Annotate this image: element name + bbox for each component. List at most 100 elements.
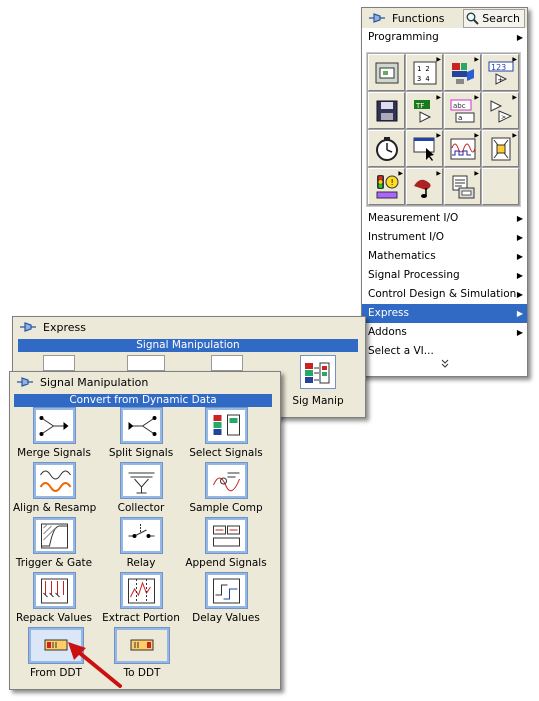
tile-label: Align & Resamp	[13, 502, 97, 514]
submenu-arrow-icon: ▶	[516, 290, 523, 299]
dialog-icon[interactable]: ▶	[406, 130, 443, 167]
pin-icon[interactable]	[368, 12, 386, 24]
search-label: Search	[482, 12, 520, 25]
svg-text:123: 123	[491, 63, 506, 72]
tile-label: Extract Portion	[102, 612, 180, 624]
category-label: Instrument I/O	[368, 231, 445, 243]
palette-tile[interactable]: Relay	[100, 517, 182, 569]
svg-text:TF: TF	[415, 102, 424, 110]
align-resamp-icon	[32, 462, 76, 499]
cluster-icon[interactable]: ▶	[444, 54, 481, 91]
search-button[interactable]: Search	[463, 9, 525, 28]
search-icon	[466, 12, 479, 25]
application-control-icon[interactable]: ▶	[482, 130, 519, 167]
palette-tile[interactable]: Merge Signals	[13, 407, 95, 459]
category-item[interactable]: Measurement I/O ▶	[362, 209, 527, 228]
report-generation-icon[interactable]: ▶	[444, 168, 481, 205]
split-signals-icon	[119, 407, 163, 444]
select-signals-icon	[204, 407, 248, 444]
tile-label: Collector	[117, 502, 165, 514]
pin-icon[interactable]	[16, 376, 34, 388]
palette-tile[interactable]: Trigger & Gate	[13, 517, 95, 569]
synchronization-icon[interactable]: ▶!	[368, 168, 405, 205]
submenu-arrow-icon: ▶	[516, 214, 523, 223]
express-partial-icon-1[interactable]	[43, 355, 75, 371]
category-item[interactable]: Signal Processing ▶	[362, 266, 527, 285]
category-item[interactable]: Instrument I/O ▶	[362, 228, 527, 247]
boolean-icon[interactable]: ▶ TF	[406, 92, 443, 129]
category-item[interactable]: Control Design & Simulation ▶	[362, 285, 527, 304]
numeric-icon[interactable]: ▶ 123 +	[482, 54, 519, 91]
submenu-arrow-icon: ▶	[516, 233, 523, 242]
array-icon[interactable]: ▶ 1 23 4	[406, 54, 443, 91]
palette-tile[interactable]: Repack Values	[13, 572, 95, 624]
palette-tile[interactable]: Sample Comp	[185, 462, 267, 514]
waveform-icon[interactable]: ▶	[444, 130, 481, 167]
tile-label: Merge Signals	[17, 447, 91, 459]
merge-signals-icon	[32, 407, 76, 444]
pin-icon[interactable]	[19, 321, 37, 333]
graphics-sound-icon[interactable]: ▶	[406, 168, 443, 205]
functions-title-bar[interactable]: Functions Search	[362, 8, 527, 28]
functions-palette: Functions Search Programming ▶ ▶ 1 23 4 ▶…	[361, 7, 528, 377]
category-label: Control Design & Simulation	[368, 288, 517, 300]
tile-label: Delay Values	[192, 612, 260, 624]
category-label: Signal Processing	[368, 269, 460, 281]
signal-manipulation-palette: Signal Manipulation Convert from Dynamic…	[9, 371, 281, 690]
tile-label: Split Signals	[108, 447, 174, 459]
submenu-arrow-icon: ▶	[516, 309, 523, 318]
append-signals-icon	[204, 517, 248, 554]
signal-manip-section-band: Convert from Dynamic Data	[14, 394, 272, 407]
express-title-bar[interactable]: Express	[13, 317, 365, 337]
collector-icon	[119, 462, 163, 499]
tile-label: Relay	[126, 557, 156, 569]
express-section-band: Signal Manipulation	[18, 339, 358, 352]
trigger-gate-icon	[32, 517, 76, 554]
programming-icon-grid: ▶ 1 23 4 ▶ ▶ 123 + ▶ TF ▶ abc a ▶ > ▶ ▶ ▶ ▶! ▶ …	[366, 52, 521, 207]
sig-manip-tile[interactable]: Sig Manip	[285, 355, 351, 407]
file-io-icon[interactable]	[368, 92, 405, 129]
palette-tile[interactable]: Collector	[100, 462, 182, 514]
svg-text:3 4: 3 4	[417, 75, 430, 83]
functions-title: Functions	[392, 11, 445, 25]
submenu-arrow-icon: ▶	[516, 33, 523, 42]
submenu-arrow-icon: ▶	[516, 328, 523, 337]
palette-tile[interactable]: Append Signals	[185, 517, 267, 569]
red-pointer-arrow-icon	[68, 642, 122, 688]
comparison-icon[interactable]: ▶ >	[482, 92, 519, 129]
string-icon[interactable]: ▶ abc a	[444, 92, 481, 129]
palette-tile[interactable]: Extract Portion	[100, 572, 182, 624]
category-item[interactable]: Mathematics ▶	[362, 247, 527, 266]
timing-icon[interactable]	[368, 130, 405, 167]
more-chevron-icon[interactable]	[362, 359, 527, 372]
sig-manip-label: Sig Manip	[292, 395, 344, 407]
delay-values-icon	[204, 572, 248, 609]
tile-label: Select Signals	[189, 447, 263, 459]
express-partial-icon-2[interactable]	[127, 355, 165, 371]
category-programming[interactable]: Programming ▶	[362, 28, 527, 47]
palette-tile[interactable]: Split Signals	[100, 407, 182, 459]
signal-manip-title: Signal Manipulation	[40, 375, 149, 389]
svg-text:1 2: 1 2	[417, 65, 430, 73]
tile-label: Append Signals	[185, 557, 267, 569]
category-label: Select a VI...	[368, 345, 434, 357]
category-item[interactable]: Addons ▶	[362, 323, 527, 342]
category-item[interactable]: Express ▶	[362, 304, 527, 323]
tile-label: Sample Comp	[189, 502, 263, 514]
tile-label: Trigger & Gate	[15, 557, 93, 569]
palette-tile[interactable]: Align & Resamp	[13, 462, 97, 514]
repack-values-icon	[32, 572, 76, 609]
sample-comp-icon	[204, 462, 248, 499]
structures-icon[interactable]	[368, 54, 405, 91]
extract-portion-icon	[119, 572, 163, 609]
svg-text:abc: abc	[453, 102, 466, 110]
palette-tile[interactable]: Delay Values	[185, 572, 267, 624]
svg-text:!: !	[391, 178, 394, 187]
svg-text:a: a	[458, 114, 462, 122]
palette-tile[interactable]: Select Signals	[185, 407, 267, 459]
express-partial-icon-3[interactable]	[211, 355, 243, 371]
signal-manip-title-bar[interactable]: Signal Manipulation	[10, 372, 280, 392]
empty-grid-cell	[482, 168, 519, 205]
category-label: Programming	[368, 31, 439, 43]
submenu-arrow-icon: ▶	[516, 271, 523, 280]
